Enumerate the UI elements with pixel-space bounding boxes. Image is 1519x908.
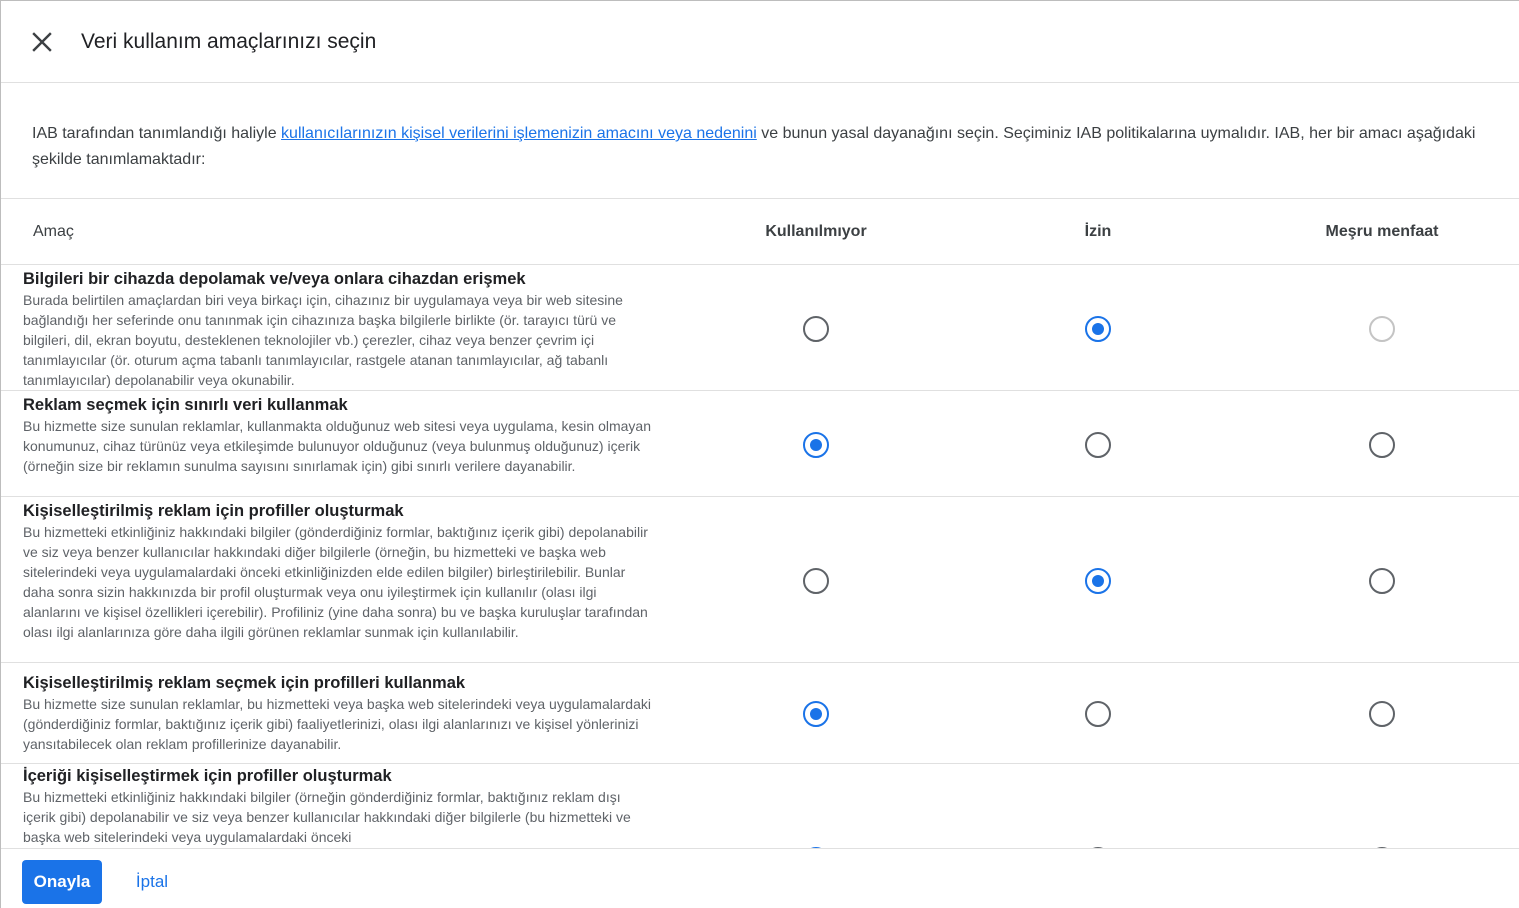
row-description: Bu hizmetteki etkinliğiniz hakkındaki bi… <box>23 789 631 845</box>
table-row: Reklam seçmek için sınırlı veri kullanma… <box>1 391 1519 497</box>
purposes-table: Amaç Kullanılmıyor İzin Meşru menfaat Bi… <box>1 198 1519 848</box>
radio-legitimate-interest <box>1369 316 1395 342</box>
radio-not-used[interactable] <box>803 316 829 342</box>
table-row: Kişiselleştirilmiş reklam için profiller… <box>1 497 1519 663</box>
row-title: İçeriği kişiselleştirmek için profiller … <box>23 767 392 785</box>
radio-consent[interactable] <box>1085 568 1111 594</box>
header-purpose: Amaç <box>33 223 74 240</box>
row-title: Bilgileri bir cihazda depolamak ve/veya … <box>23 270 526 288</box>
header-not-used: Kullanılmıyor <box>765 223 867 240</box>
confirm-button[interactable]: Onayla <box>22 860 102 904</box>
radio-consent[interactable] <box>1085 316 1111 342</box>
close-icon <box>32 32 52 52</box>
purpose-definition-link[interactable]: kullanıcılarınızın kişisel verilerini iş… <box>281 125 757 142</box>
radio-legitimate-interest[interactable] <box>1369 432 1395 458</box>
table-row: İçeriği kişiselleştirmek için profiller … <box>1 764 1519 848</box>
row-description: Bu hizmetteki etkinliğiniz hakkındaki bi… <box>23 524 648 640</box>
cancel-button[interactable]: İptal <box>125 860 179 904</box>
radio-legitimate-interest[interactable] <box>1369 568 1395 594</box>
intro-text: IAB tarafından tanımlandığı haliyle kull… <box>32 121 1512 173</box>
table-row: Kişiselleştirilmiş reklam seçmek için pr… <box>1 663 1519 764</box>
table-header: Amaç Kullanılmıyor İzin Meşru menfaat <box>1 199 1519 265</box>
intro-before-link: IAB tarafından tanımlandığı haliyle <box>32 125 282 142</box>
dialog-footer: Onayla İptal <box>1 848 1519 908</box>
radio-consent[interactable] <box>1085 432 1111 458</box>
row-description: Burada belirtilen amaçlardan biri veya b… <box>23 292 623 388</box>
dialog-header: Veri kullanım amaçlarınızı seçin <box>1 1 1519 83</box>
row-description: Bu hizmette size sunulan reklamlar, bu h… <box>23 696 651 752</box>
row-title: Kişiselleştirilmiş reklam için profiller… <box>23 502 404 520</box>
dialog: Veri kullanım amaçlarınızı seçin IAB tar… <box>0 0 1519 908</box>
radio-not-used[interactable] <box>803 568 829 594</box>
close-button[interactable] <box>27 27 57 57</box>
radio-consent[interactable] <box>1085 701 1111 727</box>
header-consent: İzin <box>1084 223 1112 240</box>
table-row: Bilgileri bir cihazda depolamak ve/veya … <box>1 265 1519 391</box>
radio-not-used[interactable] <box>803 432 829 458</box>
row-title: Reklam seçmek için sınırlı veri kullanma… <box>23 396 348 414</box>
row-description: Bu hizmette size sunulan reklamlar, kull… <box>23 418 651 474</box>
dialog-title: Veri kullanım amaçlarınızı seçin <box>81 30 377 53</box>
radio-legitimate-interest[interactable] <box>1369 701 1395 727</box>
row-title: Kişiselleştirilmiş reklam seçmek için pr… <box>23 674 466 692</box>
radio-not-used[interactable] <box>803 701 829 727</box>
header-legitimate-interest: Meşru menfaat <box>1325 223 1439 240</box>
